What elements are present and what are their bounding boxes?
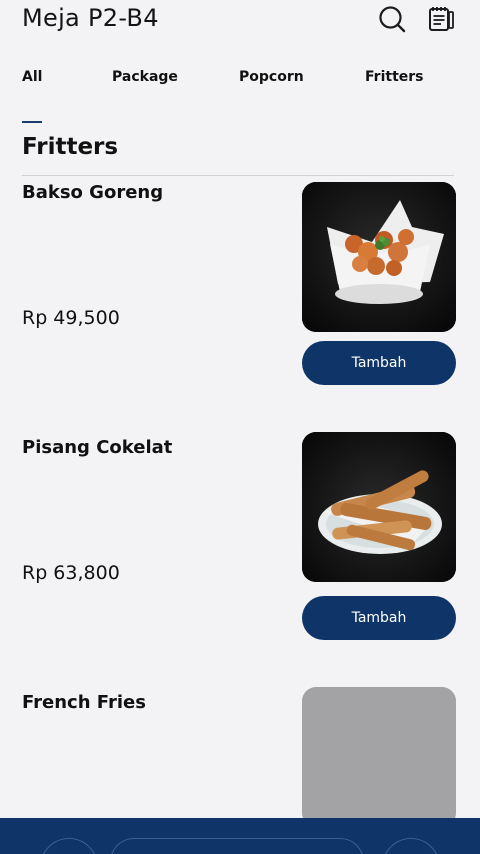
top-bar: Meja P2-B4: [0, 0, 480, 44]
section-marker: [22, 121, 42, 123]
tab-popcorn[interactable]: Popcorn: [239, 69, 304, 85]
search-icon: [379, 6, 406, 33]
section-divider: [22, 175, 454, 176]
orders-button[interactable]: [426, 4, 456, 34]
item-name: Bakso Goreng: [22, 182, 164, 203]
section-title: Fritters: [22, 134, 119, 160]
item-image[interactable]: [302, 182, 456, 332]
fried-meatballs-image: [302, 182, 456, 332]
receipt-icon: [429, 7, 454, 31]
bottom-left-button[interactable]: [40, 838, 98, 854]
category-tabs: All Package Popcorn Fritters: [0, 66, 480, 92]
bottom-center-button[interactable]: [110, 838, 364, 854]
item-price: Rp 63,800: [22, 562, 120, 584]
item-name: Pisang Cokelat: [22, 437, 173, 458]
table-title: Meja P2-B4: [22, 4, 159, 32]
add-to-cart-button[interactable]: Tambah: [302, 596, 456, 640]
chocolate-banana-image: [302, 432, 456, 582]
bottom-right-button[interactable]: [382, 838, 440, 854]
search-button[interactable]: [377, 4, 407, 34]
item-image[interactable]: [302, 432, 456, 582]
add-to-cart-button[interactable]: Tambah: [302, 341, 456, 385]
tab-all[interactable]: All: [22, 69, 42, 85]
item-name: French Fries: [22, 692, 146, 713]
item-image-placeholder[interactable]: [302, 687, 456, 827]
item-price: Rp 49,500: [22, 307, 120, 329]
tab-fritters[interactable]: Fritters: [365, 69, 424, 85]
tab-package[interactable]: Package: [112, 69, 178, 85]
bottom-bar: [0, 818, 480, 854]
